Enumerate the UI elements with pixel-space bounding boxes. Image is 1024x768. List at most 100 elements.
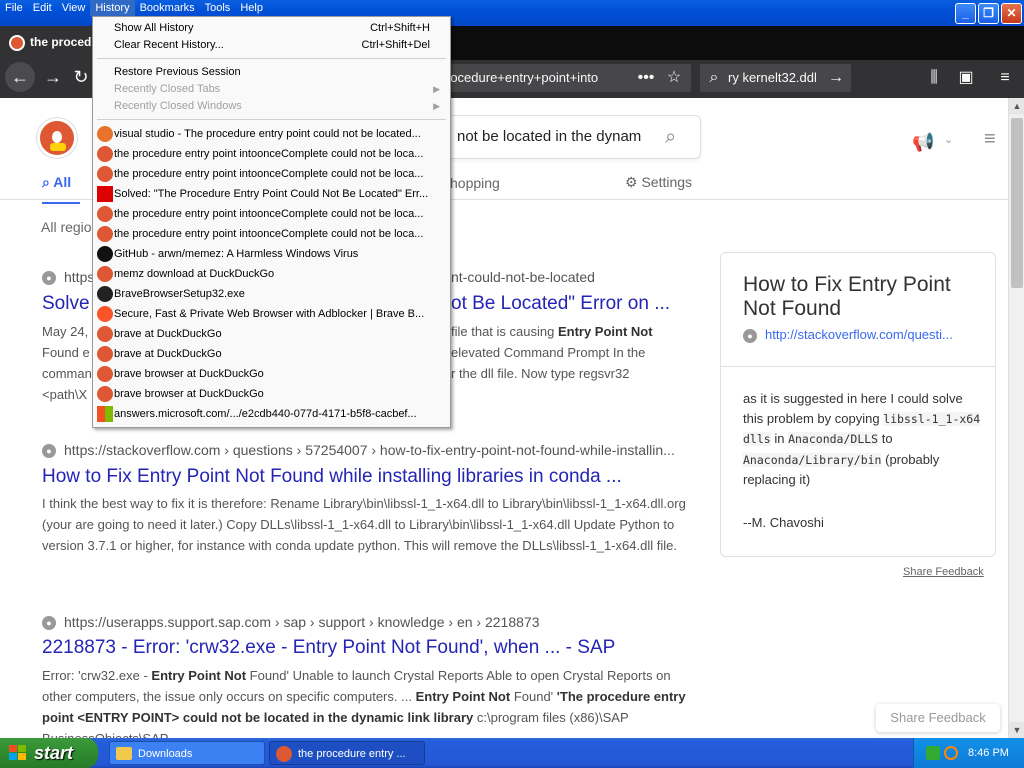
duckduckgo-favicon-icon xyxy=(97,166,113,182)
chevron-down-icon[interactable]: ⌄ xyxy=(944,133,953,146)
history-item[interactable]: the procedure entry point intoonceComple… xyxy=(93,164,450,184)
result-3-title[interactable]: 2218873 - Error: 'crw32.exe - Entry Poin… xyxy=(42,637,615,659)
result-2-title[interactable]: How to Fix Entry Point Not Found while i… xyxy=(42,466,622,488)
tab-all[interactable]: ⌕ All xyxy=(42,174,81,204)
menu-bookmarks[interactable]: Bookmarks xyxy=(135,0,200,16)
network-shield-icon[interactable] xyxy=(926,746,940,760)
tab-shopping[interactable]: hopping xyxy=(450,175,500,191)
history-item[interactable]: memz download at DuckDuckGo xyxy=(93,264,450,284)
settings-sliders-icon: ⚙ xyxy=(625,174,642,190)
library-icon[interactable]: ⫼ xyxy=(922,66,946,90)
scroll-down-icon[interactable]: ▼ xyxy=(1009,722,1024,738)
result-3-url[interactable]: ● https://userapps.support.sap.com › sap … xyxy=(42,614,540,631)
hamburger-menu-icon[interactable]: ≡ xyxy=(993,66,1017,90)
reload-icon[interactable]: ↻ xyxy=(70,60,92,94)
history-item[interactable]: the procedure entry point intoonceComple… xyxy=(93,204,450,224)
globe-icon: ● xyxy=(743,328,757,343)
result-1-snippet-line1: file that is causing Entry Point Not xyxy=(451,324,653,339)
stackoverflow-favicon-icon xyxy=(97,126,113,142)
history-item[interactable]: visual studio - The procedure entry poin… xyxy=(93,124,450,144)
search-tray-icon[interactable] xyxy=(944,746,958,760)
search-bar-text: ry kernelt32.ddl xyxy=(728,70,817,85)
vertical-scrollbar[interactable]: ▲ ▼ xyxy=(1008,98,1024,738)
history-item-label: BraveBrowserSetup32.exe xyxy=(114,288,245,300)
result-1-url-tail[interactable]: nt-could-not-be-located xyxy=(451,269,595,285)
scroll-up-icon[interactable]: ▲ xyxy=(1009,98,1024,114)
duckduckgo-favicon-icon xyxy=(97,346,113,362)
result-1-title-end[interactable]: ot Be Located" Error on ... xyxy=(451,293,670,315)
history-item-label: the procedure entry point intoonceComple… xyxy=(114,148,424,160)
duckduckgo-logo[interactable] xyxy=(37,118,77,158)
history-item-label: brave browser at DuckDuckGo xyxy=(114,368,264,380)
history-item[interactable]: brave at DuckDuckGo xyxy=(93,344,450,364)
windows-flag-icon xyxy=(9,745,26,760)
tab-settings[interactable]: ⚙ Settings xyxy=(625,174,692,191)
megaphone-icon[interactable]: 📢 xyxy=(912,132,934,153)
history-item[interactable]: brave browser at DuckDuckGo xyxy=(93,384,450,404)
menu-item-clear-recent-history[interactable]: Clear Recent History... Ctrl+Shift+Del xyxy=(93,35,450,55)
duckduckgo-favicon-icon xyxy=(9,35,25,51)
history-item[interactable]: the procedure entry point intoonceComple… xyxy=(93,224,450,244)
bookmark-star-icon[interactable]: ☆ xyxy=(662,66,686,90)
globe-icon: ● xyxy=(42,444,56,459)
taskbar-item-browser[interactable]: the procedure entry ... xyxy=(269,741,425,765)
menu-history[interactable]: History xyxy=(90,0,135,16)
ddg-menu-icon[interactable]: ≡ xyxy=(984,128,996,151)
history-item[interactable]: answers.microsoft.com/.../e2cdb440-077d-… xyxy=(93,404,450,424)
duckduckgo-favicon-icon xyxy=(97,386,113,402)
magnifier-icon[interactable]: ⌕ xyxy=(665,126,676,149)
close-button[interactable]: ✕ xyxy=(1001,3,1022,24)
tenforums-favicon-icon xyxy=(97,186,113,202)
menu-file[interactable]: File xyxy=(0,0,28,16)
history-item[interactable]: Secure, Fast & Private Web Browser with … xyxy=(93,304,450,324)
panel-author: --M. Chavoshi xyxy=(743,515,824,530)
history-item[interactable]: BraveBrowserSetup32.exe xyxy=(93,284,450,304)
history-item-label: brave at DuckDuckGo xyxy=(114,328,222,340)
history-item[interactable]: the procedure entry point intoonceComple… xyxy=(93,144,450,164)
system-tray: 8:46 PM xyxy=(913,738,1024,768)
restore-button[interactable]: ❐ xyxy=(978,3,999,24)
history-item[interactable]: brave browser at DuckDuckGo xyxy=(93,364,450,384)
forward-arrow-icon[interactable]: → xyxy=(38,60,68,94)
share-feedback-button[interactable]: Share Feedback xyxy=(876,704,1000,732)
history-item-label: Solved: "The Procedure Entry Point Could… xyxy=(114,188,429,200)
search-icon: ⌕ xyxy=(709,69,719,86)
sidebar-icon[interactable]: ▣ xyxy=(954,66,978,90)
history-menu: Show All History Ctrl+Shift+H Clear Recen… xyxy=(92,16,451,428)
brave-favicon-icon xyxy=(97,306,113,322)
folder-icon xyxy=(116,747,132,760)
globe-icon: ● xyxy=(42,616,56,631)
history-item-label: the procedure entry point intoonceComple… xyxy=(114,168,424,180)
history-item-label: visual studio - The procedure entry poin… xyxy=(114,128,421,140)
history-item[interactable]: Solved: "The Procedure Entry Point Could… xyxy=(93,184,450,204)
panel-title[interactable]: How to Fix Entry Point Not Found xyxy=(743,273,983,321)
scrollbar-thumb[interactable] xyxy=(1011,118,1023,288)
minimize-button[interactable]: _ xyxy=(955,3,976,24)
back-arrow-icon[interactable]: ← xyxy=(5,62,35,92)
result-1-url[interactable]: ● https xyxy=(42,269,94,286)
history-item-label: Secure, Fast & Private Web Browser with … xyxy=(114,308,425,320)
result-1-title-start[interactable]: Solve xyxy=(42,293,90,315)
panel-body: as it is suggested in here I could solve… xyxy=(743,391,981,487)
history-item[interactable]: brave at DuckDuckGo xyxy=(93,324,450,344)
menu-tools[interactable]: Tools xyxy=(200,0,236,16)
submenu-arrow-icon: ▶ xyxy=(433,101,440,111)
panel-url[interactable]: ● http://stackoverflow.com/questi... xyxy=(743,327,953,343)
clock[interactable]: 8:46 PM xyxy=(968,738,1009,768)
duckduckgo-favicon-icon xyxy=(97,146,113,162)
history-item-label: brave at DuckDuckGo xyxy=(114,348,222,360)
taskbar-item-downloads[interactable]: Downloads xyxy=(109,741,265,765)
history-item[interactable]: GitHub - arwn/memez: A Harmless Windows … xyxy=(93,244,450,264)
menu-separator xyxy=(97,119,446,120)
menu-edit[interactable]: Edit xyxy=(28,0,57,16)
result-2-url[interactable]: ● https://stackoverflow.com › questions ›… xyxy=(42,442,675,459)
region-filter[interactable]: All regio xyxy=(41,219,92,235)
share-feedback-link[interactable]: Share Feedback xyxy=(903,566,984,578)
go-arrow-icon[interactable]: → xyxy=(824,66,848,90)
globe-favicon-icon xyxy=(97,286,113,302)
menu-view[interactable]: View xyxy=(57,0,91,16)
answer-panel: How to Fix Entry Point Not Found ● http:/… xyxy=(720,252,996,557)
page-actions-icon[interactable]: ••• xyxy=(634,66,658,90)
menu-help[interactable]: Help xyxy=(235,0,268,16)
tab-title: the procedure xyxy=(30,35,95,49)
